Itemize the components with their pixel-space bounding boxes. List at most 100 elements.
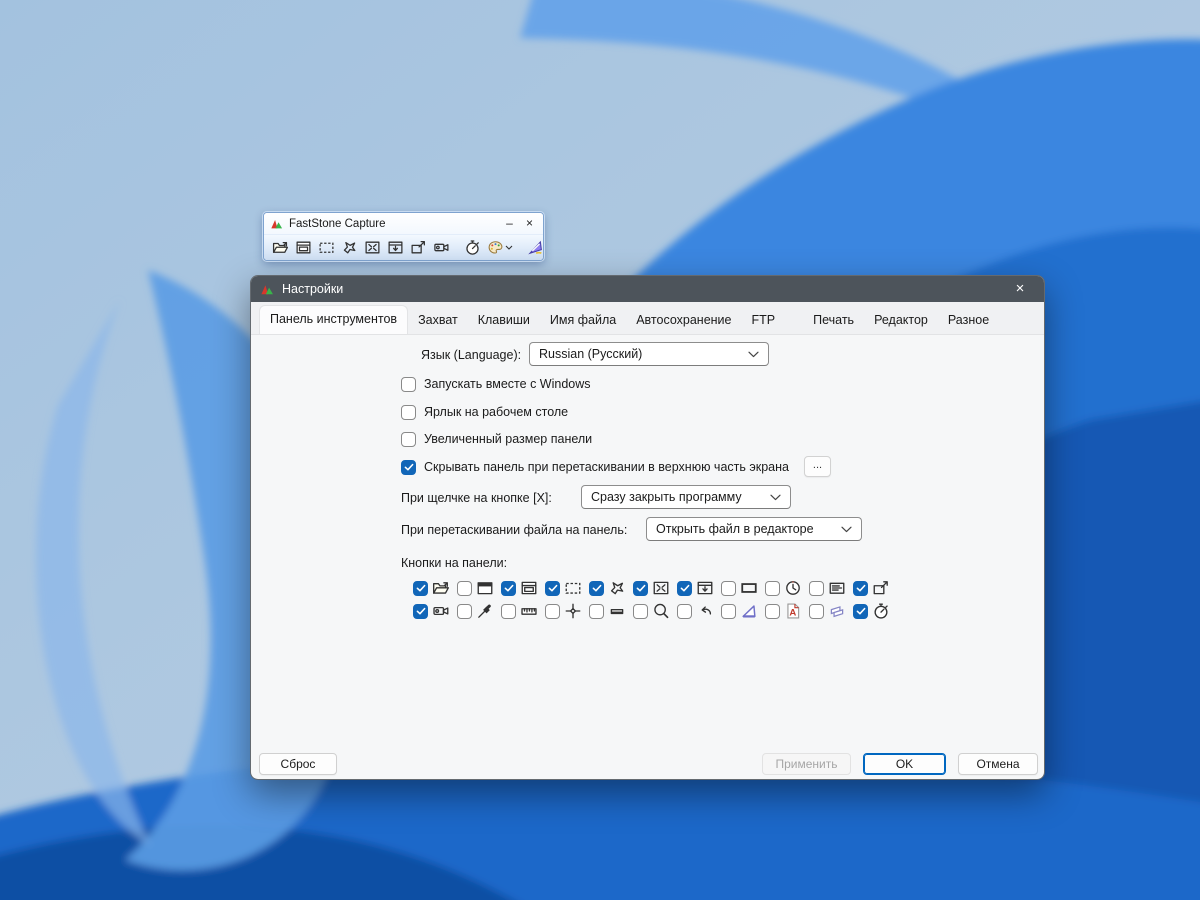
cancel-button[interactable]: Отмена [958,753,1038,775]
delay-timer-button[interactable] [463,238,482,257]
screen-crosshair-icon [564,602,582,620]
checkbox-checked[interactable] [401,459,416,475]
chevron-down-icon [841,526,852,533]
checkbox-unchecked[interactable] [721,580,736,596]
chevron-down-icon [505,245,513,250]
panel-button-delay-timer [853,602,890,620]
capture-fullscreen-icon [652,579,670,597]
checkbox-checked[interactable] [589,580,604,596]
checkbox-unchecked[interactable] [765,580,780,596]
settings-tab-3[interactable]: Клавиши [468,307,540,334]
checkbox-unchecked[interactable] [633,603,648,619]
checkbox-unchecked[interactable] [809,603,824,619]
settings-button[interactable] [526,238,543,257]
panel-button-delayed-capture [765,579,802,597]
panel-button-capture-window [457,579,494,597]
settings-title: Настройки [282,282,344,296]
drag-file-action-value: Открыть файл в редакторе [656,522,814,536]
palette-button[interactable] [486,238,514,257]
checkbox-unchecked[interactable] [765,603,780,619]
open-file-icon [272,239,289,256]
desktop: FastStone Capture – × Настройки × Панель… [0,0,1200,900]
capture-text-icon [828,579,846,597]
ok-button[interactable]: OK [863,753,946,775]
drag-file-action-select[interactable]: Открыть файл в редакторе [646,517,862,541]
checkbox-checked[interactable] [545,580,560,596]
capture-window-titlebar[interactable]: FastStone Capture – × [264,213,543,234]
minimize-icon[interactable]: – [502,214,517,233]
checkbox-checked[interactable] [501,580,516,596]
capture-window-title: FastStone Capture [289,217,386,230]
settings-titlebar[interactable]: Настройки × [251,276,1044,302]
screen-ruler-icon [520,602,538,620]
checkbox-checked[interactable] [633,580,648,596]
checkbox-checked[interactable] [677,580,692,596]
checkbox-unchecked[interactable] [809,580,824,596]
capture-active-window-button[interactable] [294,238,313,257]
checkbox-checked[interactable] [413,580,428,596]
capture-scrolling-icon [387,239,404,256]
panel-button-capture-scrolling [677,579,714,597]
checkbox-unchecked[interactable] [401,404,416,420]
delay-timer-icon [872,602,890,620]
language-select[interactable]: Russian (Русский) [529,342,769,366]
draw-region-button[interactable] [409,238,428,257]
settings-tab-6[interactable]: FTP [742,307,786,334]
open-file-icon [432,579,450,597]
option-checkbox-row[interactable]: Скрывать панель при перетаскивании в вер… [401,459,789,475]
close-action-select[interactable]: Сразу закрыть программу [581,485,791,509]
screen-magnifier-icon [652,602,670,620]
faststone-logo-icon [270,217,284,231]
option-checkbox-row[interactable]: Ярлык на рабочем столе [401,404,568,420]
option-checkbox-row[interactable]: Увеличенный размер панели [401,431,592,447]
checkbox-unchecked[interactable] [677,603,692,619]
screen-recorder-button[interactable] [432,238,451,257]
capture-rectangle-button[interactable] [317,238,336,257]
panel-button-repeat-capture [677,602,714,620]
checkbox-checked[interactable] [853,580,868,596]
panel-buttons-row-1 [413,579,890,597]
checkbox-unchecked[interactable] [545,603,560,619]
settings-tab-5[interactable]: Автосохранение [626,307,741,334]
settings-tab-9[interactable]: Разное [938,307,999,334]
capture-active-window-icon [520,579,538,597]
apply-button[interactable]: Применить [762,753,851,775]
checkbox-unchecked[interactable] [457,580,472,596]
reset-button[interactable]: Сброс [259,753,337,775]
panel-button-join-images [809,602,846,620]
option-checkbox-row[interactable]: Запускать вместе с Windows [401,376,591,392]
close-icon[interactable]: × [522,214,537,233]
open-file-button[interactable] [271,238,290,257]
capture-scrolling-button[interactable] [386,238,405,257]
checkbox-unchecked[interactable] [401,431,416,447]
close-icon[interactable]: × [1005,276,1035,302]
capture-freehand-button[interactable] [340,238,359,257]
capture-freehand-icon [608,579,626,597]
settings-tab-2[interactable]: Захват [408,307,468,334]
delay-timer-icon [464,239,481,256]
language-value: Russian (Русский) [539,347,643,361]
settings-tab-8[interactable]: Редактор [864,307,938,334]
settings-dialog: Настройки × Панель инструментов Захват Кла… [250,275,1045,780]
settings-tab-1[interactable]: Панель инструментов [259,305,409,334]
capture-fullscreen-button[interactable] [363,238,382,257]
checkbox-unchecked[interactable] [501,603,516,619]
screen-recorder-icon [433,239,450,256]
checkbox-unchecked[interactable] [589,603,604,619]
language-label: Язык (Language): [421,348,522,362]
panel-button-convert-pdf: A [765,602,802,620]
checkbox-label: Запускать вместе с Windows [424,377,591,391]
capture-rectangle-icon [318,239,335,256]
settings-tab-7[interactable]: Печать [803,307,864,334]
checkbox-unchecked[interactable] [721,603,736,619]
more-options-button[interactable]: ... [804,456,831,477]
checkbox-unchecked[interactable] [401,376,416,392]
capture-rectangle-icon [564,579,582,597]
checkbox-checked[interactable] [853,603,868,619]
settings-tab-4[interactable]: Имя файла [540,307,626,334]
panel-button-capture-fixed-region [721,579,758,597]
checkbox-unchecked[interactable] [457,603,472,619]
panel-button-capture-rectangle [545,579,582,597]
checkbox-checked[interactable] [413,603,428,619]
faststone-capture-window: FastStone Capture – × [263,212,544,261]
